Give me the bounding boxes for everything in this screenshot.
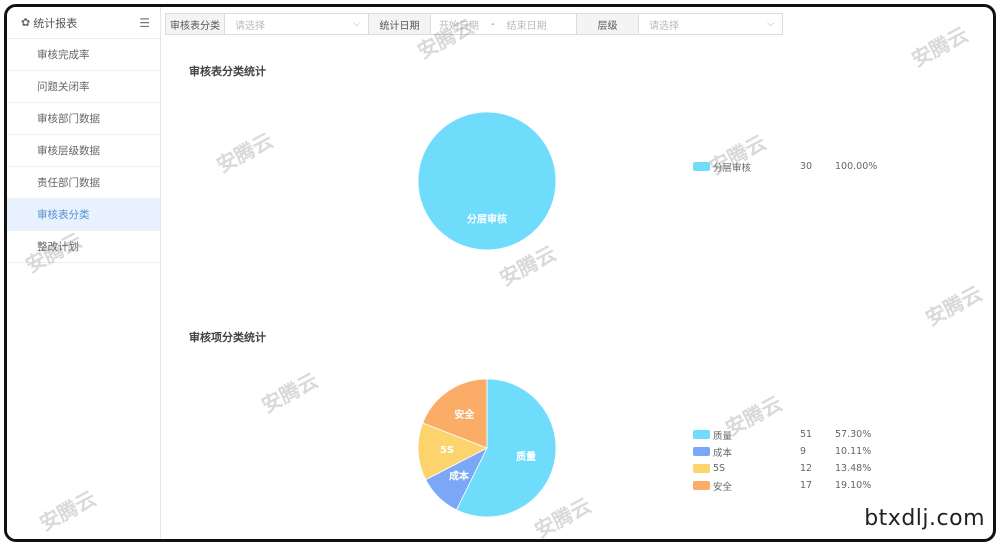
legend-item[interactable]: 分层审核 30 100.00%: [693, 158, 885, 175]
filter-bar: 审核表分类 请选择 ⌵ 统计日期 开始日期 - 结束日期 层级 请选择 ⌵: [165, 13, 783, 35]
legend-swatch: [693, 464, 710, 473]
legend-name: 成本: [713, 447, 733, 459]
chart1-pie: 分层审核: [417, 111, 557, 251]
pie-slice-label: 分层审核: [467, 213, 507, 226]
legend-item[interactable]: 质量 51 57.30%: [693, 426, 885, 443]
category-select-placeholder: 请选择: [235, 20, 265, 32]
sidebar-title: 统计报表: [33, 16, 78, 30]
legend-value: 12: [800, 463, 813, 474]
legend-name: 安全: [713, 481, 733, 493]
site-watermark: btxdlj.com: [864, 506, 985, 531]
legend-percent: 100.00%: [835, 161, 878, 172]
legend-value: 30: [800, 161, 813, 172]
legend-percent: 13.48%: [835, 463, 872, 474]
level-select-placeholder: 请选择: [649, 20, 679, 32]
chart1-legend: 分层审核 30 100.00%: [693, 158, 885, 175]
pie-slice-label: 5S: [440, 445, 454, 456]
chevron-down-icon: ⌵: [767, 19, 774, 29]
watermark: 安腾云: [907, 22, 972, 72]
legend-percent: 10.11%: [835, 446, 872, 457]
level-filter-label: 层级: [577, 13, 639, 35]
legend-name: 质量: [713, 430, 733, 442]
level-select[interactable]: 请选择 ⌵: [639, 13, 783, 35]
date-start-placeholder[interactable]: 开始日期: [439, 17, 479, 32]
chart1-title: 审核表分类统计: [189, 65, 266, 78]
chart2-title: 审核项分类统计: [189, 331, 266, 344]
sidebar-item[interactable]: 责任部门数据: [7, 167, 160, 199]
date-end-placeholder[interactable]: 结束日期: [507, 17, 547, 32]
legend-swatch: [693, 430, 710, 439]
category-select[interactable]: 请选择 ⌵: [225, 13, 369, 35]
pie-slice-label: 成本: [449, 470, 470, 483]
legend-value: 17: [800, 480, 813, 491]
date-range-picker[interactable]: 开始日期 - 结束日期: [431, 13, 577, 35]
legend-value: 9: [800, 446, 807, 457]
gear-icon: ✿: [21, 16, 31, 29]
legend-swatch: [693, 162, 710, 171]
sidebar-header: ✿ 统计报表 ☰: [7, 7, 160, 39]
pie-slice-label: 安全: [454, 408, 475, 421]
sidebar-menu: 审核完成率 问题关闭率 审核部门数据 审核层级数据 责任部门数据 审核表分类 整改计划: [7, 39, 160, 263]
watermark: 安腾云: [212, 128, 277, 178]
sidebar: ✿ 统计报表 ☰ 审核完成率 问题关闭率 审核部门数据 审核层级数据 责任部门数据 审核表…: [7, 7, 161, 539]
sidebar-item[interactable]: 审核层级数据: [7, 135, 160, 167]
legend-item[interactable]: 安全 17 19.10%: [693, 477, 885, 494]
sidebar-item[interactable]: 审核表分类: [7, 199, 160, 231]
legend-percent: 19.10%: [835, 480, 872, 491]
chevron-down-icon: ⌵: [353, 19, 360, 29]
watermark: 安腾云: [257, 368, 322, 418]
legend-item[interactable]: 5S 12 13.48%: [693, 460, 885, 477]
chart2-pie: 质量成本 5S 安全: [417, 378, 557, 518]
category-filter-label: 审核表分类: [165, 13, 225, 35]
sidebar-item[interactable]: 审核部门数据: [7, 103, 160, 135]
date-filter-label: 统计日期: [369, 13, 431, 35]
legend-swatch: [693, 447, 710, 456]
legend-value: 51: [800, 429, 813, 440]
legend-name: 分层审核: [713, 162, 752, 174]
legend-percent: 57.30%: [835, 429, 872, 440]
chart2-legend: 质量 51 57.30% 成本 9 10.11% 5S 12 13.48% 安全 17 19.10%: [693, 426, 885, 494]
legend-name: 5S: [713, 463, 726, 474]
legend-swatch: [693, 481, 710, 490]
date-separator: -: [491, 18, 495, 30]
watermark: 安腾云: [921, 281, 986, 331]
pie-slice[interactable]: [417, 111, 557, 251]
menu-toggle-icon[interactable]: ☰: [139, 16, 150, 30]
app-window: ✿ 统计报表 ☰ 审核完成率 问题关闭率 审核部门数据 审核层级数据 责任部门数据 审核表…: [4, 4, 996, 542]
sidebar-item[interactable]: 审核完成率: [7, 39, 160, 71]
sidebar-item[interactable]: 整改计划: [7, 231, 160, 263]
sidebar-item[interactable]: 问题关闭率: [7, 71, 160, 103]
legend-item[interactable]: 成本 9 10.11%: [693, 443, 885, 460]
pie-slice-label: 质量: [516, 450, 536, 463]
